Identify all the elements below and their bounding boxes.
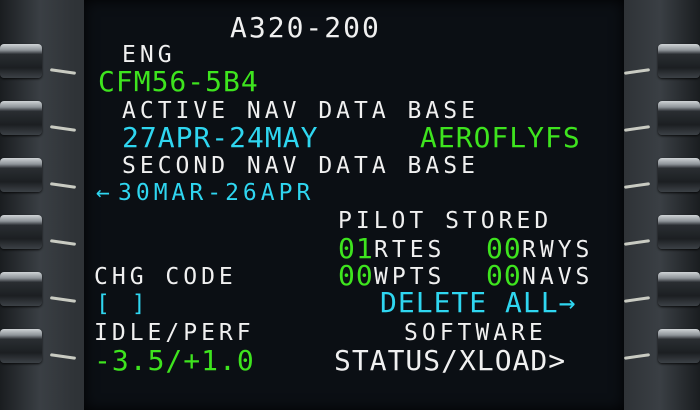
lsk-2l[interactable] [0,101,42,135]
lsk-2r[interactable] [658,101,700,135]
lsk-5l-marker [49,296,77,303]
lsk-3l-marker [49,182,77,189]
mcdu-display: A320-200 ENG CFM56-5B4 ACTIVE NAV DATA B… [84,0,624,410]
lsk-6r[interactable] [658,329,700,363]
rwys-label: RWYS [522,237,594,263]
lsk-4r-marker [623,239,651,246]
mcdu-unit: A320-200 ENG CFM56-5B4 ACTIVE NAV DATA B… [0,0,700,410]
rtes-label: RTES [374,237,446,263]
eng-label: ENG [122,42,176,68]
lsk-4r[interactable] [658,215,700,249]
eng-value: CFM56-5B4 [98,65,259,98]
lsk-2l-marker [49,125,77,132]
lsk-6r-marker [623,353,651,360]
idle-perf-label: IDLE/PERF [94,320,255,346]
lsk-5l[interactable] [0,272,42,306]
lsk-4l-marker [49,239,77,246]
software-label: SOFTWARE [404,320,547,346]
pilot-stored-label: PILOT STORED [338,208,553,234]
lsk-3r-marker [623,182,651,189]
idle-perf-value[interactable]: -3.5/+1.0 [94,347,255,375]
lsk-1l-marker [49,68,77,75]
lsk-5r[interactable] [658,272,700,306]
chg-code-field[interactable]: [ ] [96,293,150,316]
wpts-count: 00 [338,259,374,292]
lsk-1r-marker [623,68,651,75]
lsk-1r[interactable] [658,44,700,78]
lsk-5r-marker [623,296,651,303]
lsk-1l[interactable] [0,44,42,78]
second-nav-db-arrow[interactable]: ← [96,182,114,205]
page-title: A320-200 [230,11,381,44]
lsk-4l[interactable] [0,215,42,249]
active-nav-db-provider: AEROFLYFS [420,121,581,154]
lsk-6l-marker [49,353,77,360]
delete-all-prompt[interactable]: DELETE ALL→ [380,289,576,317]
lsk-3r[interactable] [658,158,700,192]
lsk-6l[interactable] [0,329,42,363]
lsk-3l[interactable] [0,158,42,192]
status-xload-prompt[interactable]: STATUS/XLOAD> [334,347,566,375]
active-nav-db-label: ACTIVE NAV DATA BASE [122,98,479,124]
second-nav-db-dates[interactable]: 30MAR-26APR [118,182,314,205]
active-nav-db-dates[interactable]: 27APR-24MAY [122,124,318,152]
chg-code-label: CHG CODE [94,264,237,290]
lsk-2r-marker [623,125,651,132]
second-nav-db-label: SECOND NAV DATA BASE [122,153,479,179]
